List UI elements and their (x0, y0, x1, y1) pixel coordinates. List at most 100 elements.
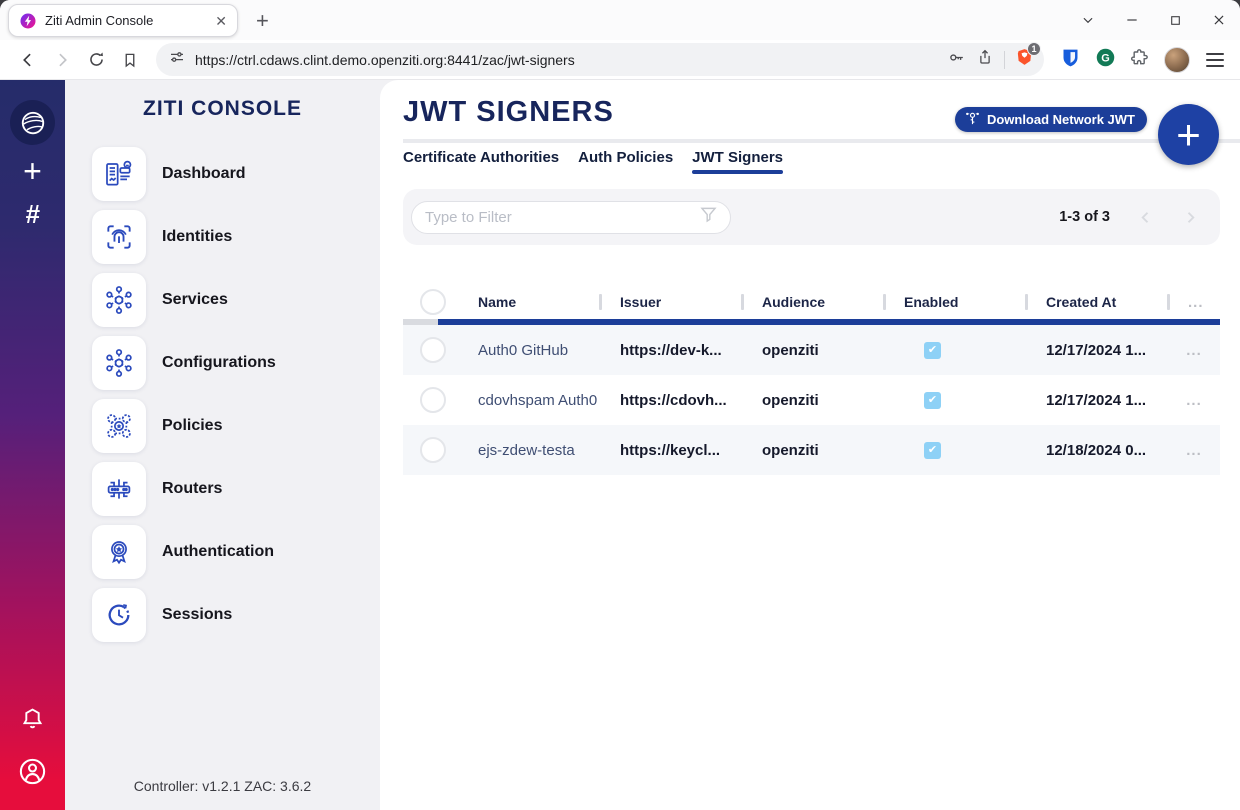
console-title: ZITI CONSOLE (65, 97, 380, 121)
page-prev-icon[interactable] (1136, 208, 1155, 227)
svg-text:G: G (1101, 52, 1110, 64)
tab-certificate-authorities[interactable]: Certificate Authorities (403, 149, 559, 172)
row-checkbox[interactable] (420, 387, 446, 413)
toolbar-separator (1004, 51, 1005, 69)
tab-auth-policies[interactable]: Auth Policies (578, 149, 673, 172)
table-row[interactable]: cdovhspam Auth0 https://cdovh... openzit… (403, 375, 1220, 425)
dashboard-icon (92, 147, 146, 201)
select-all-checkbox[interactable] (420, 289, 446, 315)
sessions-icon (92, 588, 146, 642)
header-underline (403, 319, 1220, 325)
row-more-icon[interactable]: ... (1168, 342, 1220, 359)
table-header: Name Issuer Audience Enabled Created At … (403, 285, 1220, 319)
page-next-icon[interactable] (1181, 208, 1200, 227)
enabled-checkbox[interactable]: ✔ (924, 442, 941, 459)
sidebar-item-policies[interactable]: Policies (65, 394, 380, 457)
routers-icon (92, 462, 146, 516)
profile-avatar[interactable] (1164, 47, 1190, 73)
rail-profile-icon[interactable] (17, 756, 48, 792)
column-header-issuer[interactable]: Issuer (600, 285, 742, 319)
enabled-checkbox[interactable]: ✔ (924, 342, 941, 359)
row-checkbox[interactable] (420, 337, 446, 363)
table-row[interactable]: Auth0 GitHub https://dev-k... openziti ✔… (403, 325, 1220, 375)
sidebar-item-identities[interactable]: Identities (65, 205, 380, 268)
main-panel: JWT SIGNERS Download Network JWT + Certi… (380, 80, 1240, 810)
bookmark-icon[interactable] (116, 46, 144, 74)
sidebar: ZITI CONSOLE Dashboard Identities Servic… (65, 80, 380, 810)
header-more-icon[interactable]: ... (1168, 285, 1220, 319)
version-label: Controller: v1.2.1 ZAC: 3.6.2 (65, 778, 380, 794)
browser-tab[interactable]: Ziti Admin Console ✕ (8, 4, 238, 37)
row-created-at: 12/18/2024 0... (1026, 442, 1168, 459)
rail-hash-icon[interactable]: # (25, 201, 39, 227)
row-audience: openziti (742, 342, 884, 359)
table-body: Auth0 GitHub https://dev-k... openziti ✔… (403, 325, 1220, 475)
ziti-logo[interactable] (10, 100, 55, 145)
column-header-name[interactable]: Name (459, 285, 600, 319)
ziti-favicon-icon (19, 12, 37, 30)
password-key-icon[interactable] (947, 48, 966, 72)
sidebar-item-configurations[interactable]: Configurations (65, 331, 380, 394)
left-rail: + # (0, 80, 65, 810)
tab-title: Ziti Admin Console (45, 13, 205, 28)
funnel-icon[interactable] (698, 204, 719, 230)
row-audience: openziti (742, 442, 884, 459)
bitwarden-icon[interactable] (1060, 47, 1081, 73)
enabled-checkbox[interactable]: ✔ (924, 392, 941, 409)
jwt-signers-table: Name Issuer Audience Enabled Created At … (403, 285, 1220, 475)
reload-icon[interactable] (82, 46, 110, 74)
row-issuer: https://dev-k... (600, 342, 742, 359)
column-header-created-at[interactable]: Created At (1026, 285, 1168, 319)
add-jwt-signer-button[interactable]: + (1158, 104, 1219, 165)
download-network-jwt-button[interactable]: Download Network JWT (955, 107, 1147, 132)
maximize-button[interactable] (1169, 14, 1182, 27)
sidebar-item-dashboard[interactable]: Dashboard (65, 142, 380, 205)
filter-input[interactable] (425, 209, 698, 226)
new-tab-button[interactable]: + (256, 10, 269, 32)
column-header-enabled[interactable]: Enabled (884, 285, 1026, 319)
tab-jwt-signers[interactable]: JWT Signers (692, 149, 783, 172)
filter-bar: 1-3 of 3 (403, 189, 1220, 245)
row-checkbox[interactable] (420, 437, 446, 463)
column-header-audience[interactable]: Audience (742, 285, 884, 319)
row-issuer: https://keycl... (600, 442, 742, 459)
sidebar-item-services[interactable]: Services (65, 268, 380, 331)
back-icon[interactable] (14, 46, 42, 74)
fingerprint-icon (92, 210, 146, 264)
row-issuer: https://cdovh... (600, 392, 742, 409)
jwt-key-icon (964, 110, 981, 130)
tab-search-chevron-icon[interactable] (1081, 13, 1095, 27)
forward-icon[interactable] (48, 46, 76, 74)
extensions-puzzle-icon[interactable] (1130, 47, 1150, 72)
site-settings-icon[interactable] (168, 48, 186, 71)
row-name[interactable]: cdovhspam Auth0 (459, 392, 600, 409)
pagination: 1-3 of 3 (1059, 208, 1200, 227)
row-more-icon[interactable]: ... (1168, 442, 1220, 459)
menu-icon[interactable] (1204, 49, 1226, 71)
brave-shield-icon[interactable]: 1 (1015, 47, 1034, 72)
sidebar-item-authentication[interactable]: Authentication (65, 520, 380, 583)
minimize-button[interactable] (1125, 13, 1139, 27)
share-icon[interactable] (976, 48, 994, 71)
row-name[interactable]: Auth0 GitHub (459, 342, 600, 359)
sidebar-nav: Dashboard Identities Services Configurat… (65, 142, 380, 646)
authentication-icon (92, 525, 146, 579)
table-row[interactable]: ejs-zdew-testa https://keycl... openziti… (403, 425, 1220, 475)
rail-plus-icon[interactable]: + (23, 155, 42, 187)
url-text[interactable]: https://ctrl.cdaws.clint.demo.openziti.o… (195, 52, 938, 68)
browser-toolbar: https://ctrl.cdaws.clint.demo.openziti.o… (0, 40, 1240, 80)
filter-input-wrap (411, 201, 731, 234)
row-more-icon[interactable]: ... (1168, 392, 1220, 409)
row-created-at: 12/17/2024 1... (1026, 392, 1168, 409)
sidebar-item-sessions[interactable]: Sessions (65, 583, 380, 646)
url-bar[interactable]: https://ctrl.cdaws.clint.demo.openziti.o… (156, 43, 1044, 76)
row-name[interactable]: ejs-zdew-testa (459, 442, 600, 459)
bell-icon[interactable] (19, 706, 46, 738)
tab-close-icon[interactable]: ✕ (213, 12, 229, 30)
close-button[interactable] (1212, 13, 1226, 27)
pagination-label: 1-3 of 3 (1059, 209, 1110, 225)
browser-window: Ziti Admin Console ✕ + https://ctrl.cdaw… (0, 0, 1240, 810)
row-audience: openziti (742, 392, 884, 409)
sidebar-item-routers[interactable]: Routers (65, 457, 380, 520)
grammarly-icon[interactable]: G (1095, 47, 1116, 73)
